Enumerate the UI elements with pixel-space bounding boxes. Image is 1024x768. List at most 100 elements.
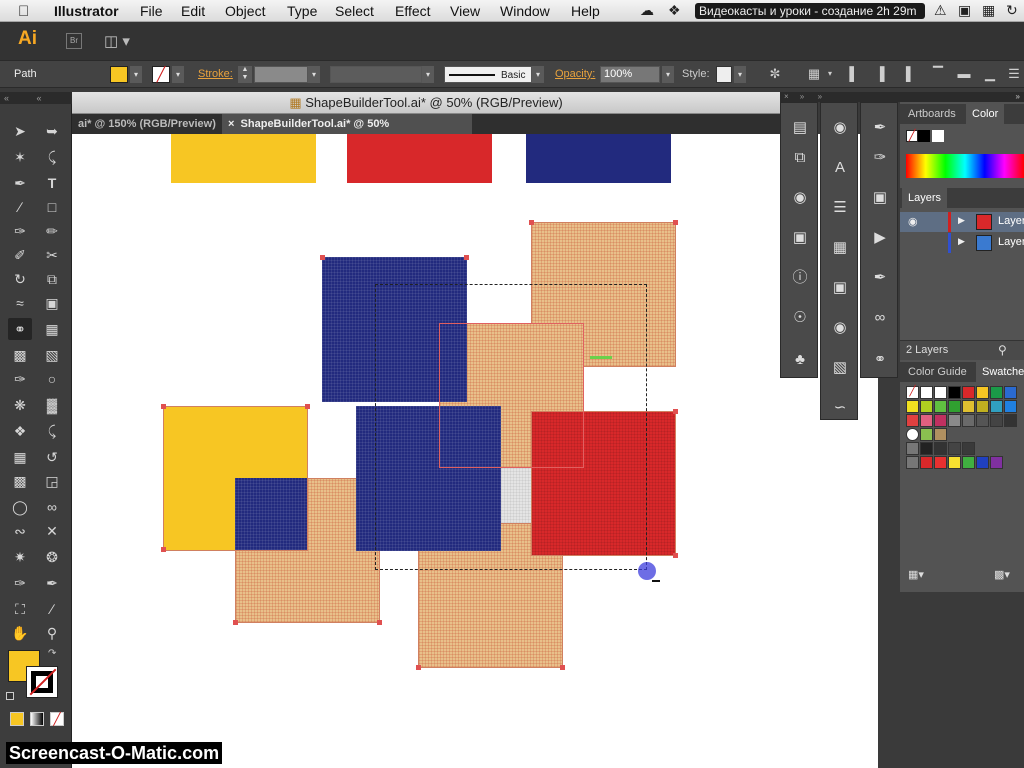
swatch[interactable] <box>920 400 933 413</box>
layer-row[interactable]: ◉ ▶ Layer <box>900 212 1024 232</box>
anchor-point[interactable] <box>377 620 382 625</box>
swatch-pattern[interactable] <box>934 428 947 441</box>
gradient-mode-icon[interactable] <box>30 712 44 726</box>
navigator-panel-icon[interactable]: ◉ <box>789 187 811 209</box>
swatch-group-folder[interactable] <box>906 456 919 469</box>
swatch[interactable] <box>976 400 989 413</box>
swatch-pattern[interactable] <box>920 428 933 441</box>
stroke-label[interactable]: Stroke: <box>198 68 233 80</box>
free-transform-tool-icon[interactable]: ▣ <box>40 292 64 314</box>
swatch[interactable] <box>906 414 919 427</box>
menu-edit[interactable]: Edit <box>181 3 205 19</box>
ellipse-tool-icon[interactable]: ◯ <box>8 496 32 518</box>
layer-name[interactable]: Layer <box>998 236 1024 248</box>
recolor-icon[interactable]: ✼ <box>767 66 783 82</box>
pen-alt-icon[interactable]: ✒ <box>40 572 64 594</box>
align-to-dropdown[interactable]: ▾ <box>822 66 838 82</box>
align-to-icon[interactable]: ▦ <box>806 66 822 82</box>
layer-name[interactable]: Layer <box>998 215 1024 227</box>
style-swatch[interactable] <box>716 66 732 83</box>
stroke-color-box[interactable] <box>26 666 58 698</box>
swatch[interactable] <box>990 414 1003 427</box>
menu-effect[interactable]: Effect <box>395 3 431 19</box>
swatch[interactable] <box>1004 414 1017 427</box>
align-top-icon[interactable]: ▔ <box>930 66 946 82</box>
swatch[interactable] <box>934 414 947 427</box>
zoom-tool-icon[interactable]: ⚲ <box>40 622 64 644</box>
swatch[interactable] <box>962 400 975 413</box>
actions-panel-icon[interactable]: ▶ <box>869 227 891 249</box>
paragraph-panel-icon[interactable]: ☰ <box>829 197 851 219</box>
more-options-icon[interactable]: ☰ <box>1006 66 1022 82</box>
pen-tool-icon[interactable]: ✒ <box>8 172 32 194</box>
perspective-grid-tool-icon[interactable]: ▦ <box>40 318 64 340</box>
swatch[interactable] <box>1004 386 1017 399</box>
pencil-tool-icon[interactable]: ✏ <box>40 220 64 242</box>
align-middle-icon[interactable]: ▬ <box>956 66 972 82</box>
default-colors-icon[interactable] <box>6 692 14 700</box>
symbols-panel-icon[interactable]: ♣ <box>789 349 811 371</box>
locate-object-icon[interactable]: ⚲ <box>998 343 1007 357</box>
swatch[interactable] <box>962 442 975 455</box>
width-tool-icon[interactable]: ✷ <box>8 546 32 568</box>
twirl-tool-icon[interactable]: ❂ <box>40 546 64 568</box>
stroke-weight-dropdown[interactable]: ▾ <box>308 66 320 83</box>
swatch[interactable] <box>1004 400 1017 413</box>
anchor-point[interactable] <box>320 255 325 260</box>
brush-preset-field[interactable]: Basic <box>444 66 532 83</box>
variable-width-field[interactable] <box>330 66 422 83</box>
transform-alt-panel-icon[interactable]: ▣ <box>869 187 891 209</box>
warp-tool-icon[interactable]: ≈ <box>8 292 32 314</box>
close-tab-icon[interactable]: × <box>228 118 241 130</box>
anchor-point[interactable] <box>233 620 238 625</box>
layer-row[interactable]: ▶ Layer <box>900 233 1024 253</box>
swatch[interactable] <box>934 386 947 399</box>
artboards-panel-icon[interactable]: ▦ <box>829 237 851 259</box>
color-spectrum[interactable] <box>906 154 1024 178</box>
swatch[interactable] <box>976 456 989 469</box>
opacity-field[interactable]: 100% <box>600 66 660 83</box>
blue-swatch-square[interactable] <box>526 134 671 183</box>
menu-window[interactable]: Window <box>500 3 550 19</box>
anchor-point[interactable] <box>464 255 469 260</box>
bluetooth-icon[interactable]: ▦ <box>982 2 995 19</box>
swatch-none[interactable]: ╱ <box>906 386 919 399</box>
style-dropdown[interactable]: ▾ <box>734 66 746 83</box>
scale-tool-icon[interactable]: ⧉ <box>40 268 64 290</box>
appearance-panel-icon[interactable]: ◉ <box>829 117 851 139</box>
pathfinder-panel-icon[interactable]: ⧉ <box>789 147 811 169</box>
color-mode-icon[interactable] <box>10 712 24 726</box>
stroke-panel-icon[interactable]: ∽ <box>829 397 851 419</box>
scissors-tool-icon[interactable]: ✂ <box>40 244 64 266</box>
tab-color[interactable]: Color <box>966 104 1005 124</box>
anchor-point[interactable] <box>305 404 310 409</box>
swatch[interactable] <box>976 386 989 399</box>
paintbrush-tool-icon[interactable]: ✑ <box>8 220 32 242</box>
reshape-tool-icon[interactable]: ↺ <box>40 446 64 468</box>
stroke-stepper[interactable]: ▲ ▼ <box>238 66 252 83</box>
brush-libraries-icon[interactable]: ✑ <box>869 147 891 169</box>
artboard-tool-icon[interactable]: ⛶ <box>8 598 32 620</box>
hand-tool-icon[interactable]: ✋ <box>8 622 32 644</box>
creative-cloud-icon[interactable]: ☁ <box>640 2 654 19</box>
graphic-styles-panel-icon[interactable]: ◉ <box>829 317 851 339</box>
anchor-point[interactable] <box>161 404 166 409</box>
mesh-tool-icon[interactable]: ▩ <box>8 344 32 366</box>
tab-document-1[interactable]: ai* @ 150% (RGB/Preview) <box>72 114 222 134</box>
swatch-group-folder[interactable] <box>906 442 919 455</box>
eyedropper-tool-icon[interactable]: ✑ <box>8 368 32 390</box>
gradient-panel-icon[interactable]: ▧ <box>829 357 851 379</box>
opacity-label[interactable]: Opacity: <box>555 68 595 80</box>
lasso-tool-icon[interactable]: ⤹ <box>40 146 64 168</box>
align-center-icon[interactable]: ▐ <box>872 66 888 82</box>
swatch[interactable] <box>920 414 933 427</box>
warning-icon[interactable]: ⚠ <box>934 2 947 19</box>
rotate-tool-icon[interactable]: ↻ <box>8 268 32 290</box>
color-white-swatch[interactable] <box>932 130 944 142</box>
swatch[interactable] <box>948 456 961 469</box>
shape-builder-tool-icon[interactable]: ⚭ <box>8 318 32 340</box>
blue-square-small[interactable] <box>235 478 307 550</box>
variable-width-dropdown[interactable]: ▾ <box>422 66 434 83</box>
anchor-point[interactable] <box>416 665 421 670</box>
expand-triangle-icon[interactable]: ▶ <box>958 215 965 226</box>
